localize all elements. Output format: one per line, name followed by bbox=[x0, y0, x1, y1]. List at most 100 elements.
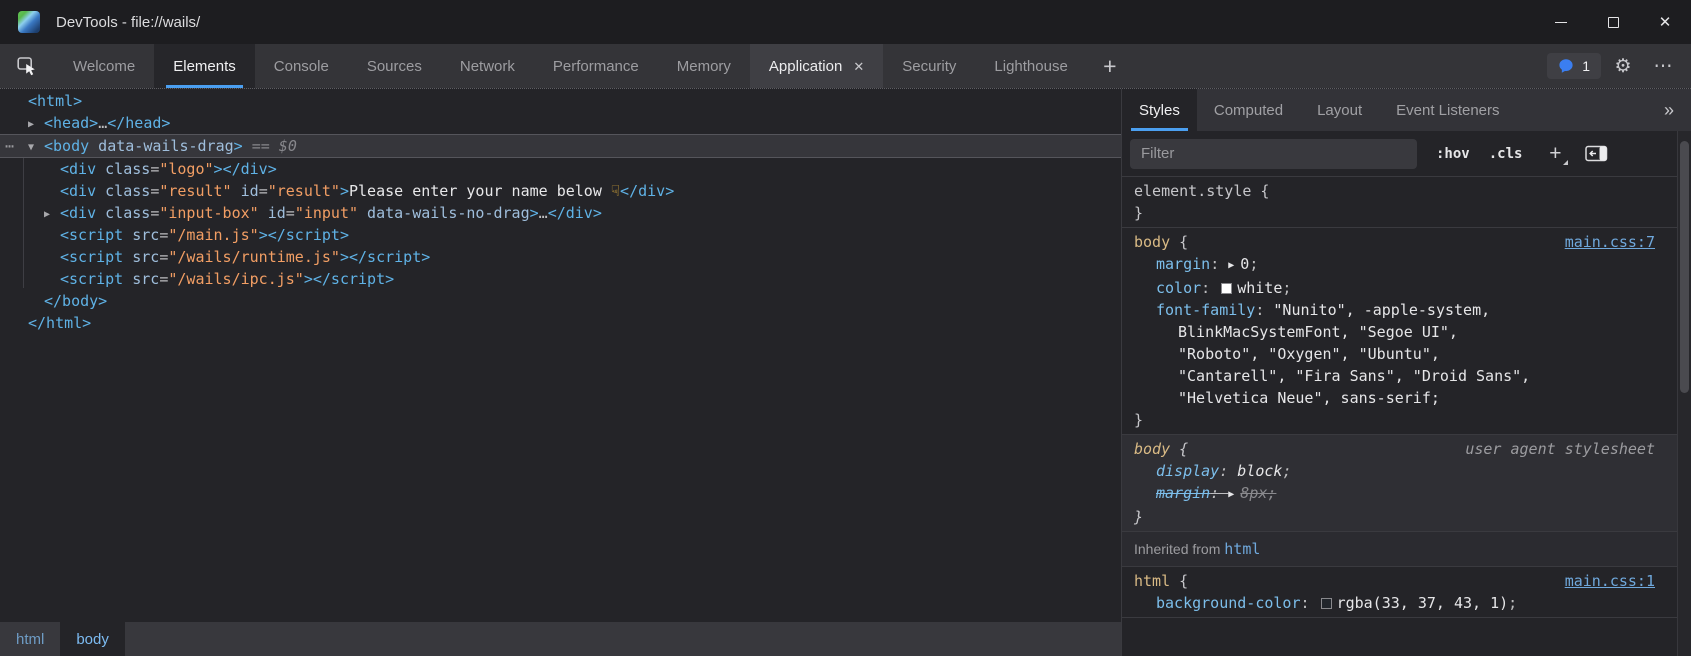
more-tabs-button[interactable]: » bbox=[1647, 89, 1691, 131]
style-line[interactable]: } bbox=[1122, 506, 1677, 528]
inspect-element-button[interactable] bbox=[0, 44, 54, 88]
settings-button[interactable]: ⚙ bbox=[1605, 48, 1641, 84]
style-line[interactable]: "Helvetica Neue", sans-serif; bbox=[1122, 387, 1677, 409]
tab-lighthouse[interactable]: Lighthouse bbox=[975, 44, 1086, 88]
styles-panel: Styles Computed Layout Event Listeners »… bbox=[1122, 89, 1691, 656]
tree-row[interactable]: <script src="/wails/ipc.js"></script> bbox=[0, 268, 1121, 290]
tab-styles[interactable]: Styles bbox=[1122, 89, 1197, 131]
token-pun: … bbox=[539, 204, 548, 222]
tab-memory[interactable]: Memory bbox=[658, 44, 750, 88]
token-brace: { bbox=[1170, 440, 1188, 458]
color-swatch[interactable] bbox=[1221, 283, 1232, 294]
token-value: "Helvetica Neue", sans-serif; bbox=[1178, 389, 1440, 407]
tree-row[interactable]: <script src="/wails/runtime.js"></script… bbox=[0, 246, 1121, 268]
add-tab-button[interactable]: + bbox=[1087, 44, 1133, 88]
style-line[interactable]: Inherited from html bbox=[1122, 538, 1677, 560]
tree-row[interactable]: <div class="result" id="result">Please e… bbox=[0, 180, 1121, 202]
token-tag: <div bbox=[60, 182, 96, 200]
node-menu-icon[interactable]: ⋯ bbox=[5, 135, 14, 157]
tree-row[interactable]: </html> bbox=[0, 312, 1121, 334]
token-txt: Please enter your name below bbox=[349, 182, 611, 200]
tab-application[interactable]: Application ✕ bbox=[750, 44, 883, 88]
token-tag: </div> bbox=[223, 160, 277, 178]
tab-network[interactable]: Network bbox=[441, 44, 534, 88]
maximize-button[interactable] bbox=[1587, 0, 1639, 44]
style-line[interactable]: background-color: rgba(33, 37, 43, 1); bbox=[1122, 592, 1677, 614]
tab-performance[interactable]: Performance bbox=[534, 44, 658, 88]
style-line[interactable]: display: block; bbox=[1122, 460, 1677, 482]
dom-tree: <html>▶<head>…</head>⋯▼<body data-wails-… bbox=[0, 89, 1121, 622]
minimize-button[interactable] bbox=[1535, 0, 1587, 44]
token-tag: <head> bbox=[44, 114, 98, 132]
tree-row[interactable]: <script src="/main.js"></script> bbox=[0, 224, 1121, 246]
token-attr: data-wails-drag bbox=[89, 137, 234, 155]
window-title: DevTools - file://wails/ bbox=[56, 14, 200, 31]
close-icon: ✕ bbox=[1659, 15, 1672, 30]
more-options-button[interactable]: ⋯ bbox=[1645, 48, 1681, 84]
style-line[interactable]: font-family: "Nunito", -apple-system, bbox=[1122, 299, 1677, 321]
style-line[interactable]: BlinkMacSystemFont, "Segoe UI", bbox=[1122, 321, 1677, 343]
style-line[interactable]: } bbox=[1122, 409, 1677, 431]
tree-row[interactable]: </body> bbox=[0, 290, 1121, 312]
close-button[interactable]: ✕ bbox=[1639, 0, 1691, 44]
token-meta: == $0 bbox=[243, 137, 297, 155]
style-line[interactable]: } bbox=[1122, 202, 1677, 224]
tree-row[interactable]: ▶<div class="input-box" id="input" data-… bbox=[0, 202, 1121, 224]
token-pun: ; bbox=[1282, 279, 1291, 297]
breadcrumb-body[interactable]: body bbox=[60, 622, 125, 656]
devtools-window: DevTools - file://wails/ ✕ Welcome Eleme… bbox=[0, 0, 1691, 656]
element-class-toggle[interactable]: .cls bbox=[1489, 146, 1523, 162]
styles-scrollbar[interactable] bbox=[1677, 131, 1691, 656]
tab-computed[interactable]: Computed bbox=[1197, 89, 1300, 131]
activity-badge[interactable]: 1 bbox=[1547, 53, 1601, 79]
style-line[interactable]: color: white; bbox=[1122, 277, 1677, 299]
token-tag: <div bbox=[60, 204, 96, 222]
style-line[interactable]: "Roboto", "Oxygen", "Ubuntu", bbox=[1122, 343, 1677, 365]
expand-arrow-icon[interactable]: ▶ bbox=[44, 204, 60, 226]
pseudo-state-toggle[interactable]: :hov bbox=[1436, 146, 1470, 162]
tab-elements[interactable]: Elements bbox=[154, 44, 255, 88]
token-tag: </div> bbox=[548, 204, 602, 222]
expand-arrow-icon[interactable]: ▼ bbox=[28, 137, 44, 159]
stylesheet-link[interactable]: main.css:1 bbox=[1565, 570, 1655, 592]
tab-layout[interactable]: Layout bbox=[1300, 89, 1379, 131]
tab-security[interactable]: Security bbox=[883, 44, 975, 88]
chevron-double-icon: » bbox=[1664, 100, 1674, 121]
token-pun: = bbox=[150, 182, 159, 200]
scrollbar-thumb[interactable] bbox=[1680, 141, 1689, 393]
token-mlink[interactable]: html bbox=[1224, 540, 1260, 558]
expand-arrow-icon[interactable]: ▶ bbox=[28, 114, 44, 136]
token-tag: > bbox=[259, 226, 268, 244]
chat-bubble-icon bbox=[1558, 58, 1574, 74]
close-tab-icon[interactable]: ✕ bbox=[853, 60, 864, 73]
token-pun: ; bbox=[1282, 462, 1291, 480]
tab-welcome[interactable]: Welcome bbox=[54, 44, 154, 88]
tree-row[interactable]: <html> bbox=[0, 90, 1121, 112]
breadcrumb-html[interactable]: html bbox=[0, 622, 60, 656]
style-line[interactable]: "Cantarell", "Fira Sans", "Droid Sans", bbox=[1122, 365, 1677, 387]
style-line[interactable]: margin: ▶ 8px; bbox=[1122, 482, 1677, 506]
styles-tab-bar: Styles Computed Layout Event Listeners » bbox=[1122, 89, 1691, 131]
token-value: 0 bbox=[1240, 255, 1249, 273]
token-value: "Nunito", -apple-system, bbox=[1273, 301, 1490, 319]
tab-console[interactable]: Console bbox=[255, 44, 348, 88]
token-sel: html bbox=[1134, 572, 1170, 590]
tree-row-selected[interactable]: ⋯▼<body data-wails-drag> == $0 bbox=[0, 134, 1121, 158]
style-line[interactable]: margin: ▶ 0; bbox=[1122, 253, 1677, 277]
token-pun: : bbox=[1219, 462, 1237, 480]
computed-sidebar-toggle-button[interactable] bbox=[1585, 145, 1608, 162]
token-val: "result" bbox=[159, 182, 231, 200]
tab-sources[interactable]: Sources bbox=[348, 44, 441, 88]
styles-filter-input[interactable] bbox=[1130, 139, 1417, 169]
stylesheet-link[interactable]: main.css:7 bbox=[1565, 231, 1655, 253]
new-style-rule-button[interactable]: + bbox=[1543, 142, 1567, 166]
color-swatch[interactable] bbox=[1321, 598, 1332, 609]
token-prop: display bbox=[1156, 462, 1219, 480]
tree-row[interactable]: ▶<head>…</head> bbox=[0, 112, 1121, 134]
style-line[interactable]: element.style { bbox=[1122, 180, 1677, 202]
token-attr: class bbox=[96, 182, 150, 200]
token-prop: color bbox=[1156, 279, 1201, 297]
token-brace: } bbox=[1134, 204, 1143, 222]
tree-row[interactable]: <div class="logo"></div> bbox=[0, 158, 1121, 180]
tab-event-listeners[interactable]: Event Listeners bbox=[1379, 89, 1516, 131]
